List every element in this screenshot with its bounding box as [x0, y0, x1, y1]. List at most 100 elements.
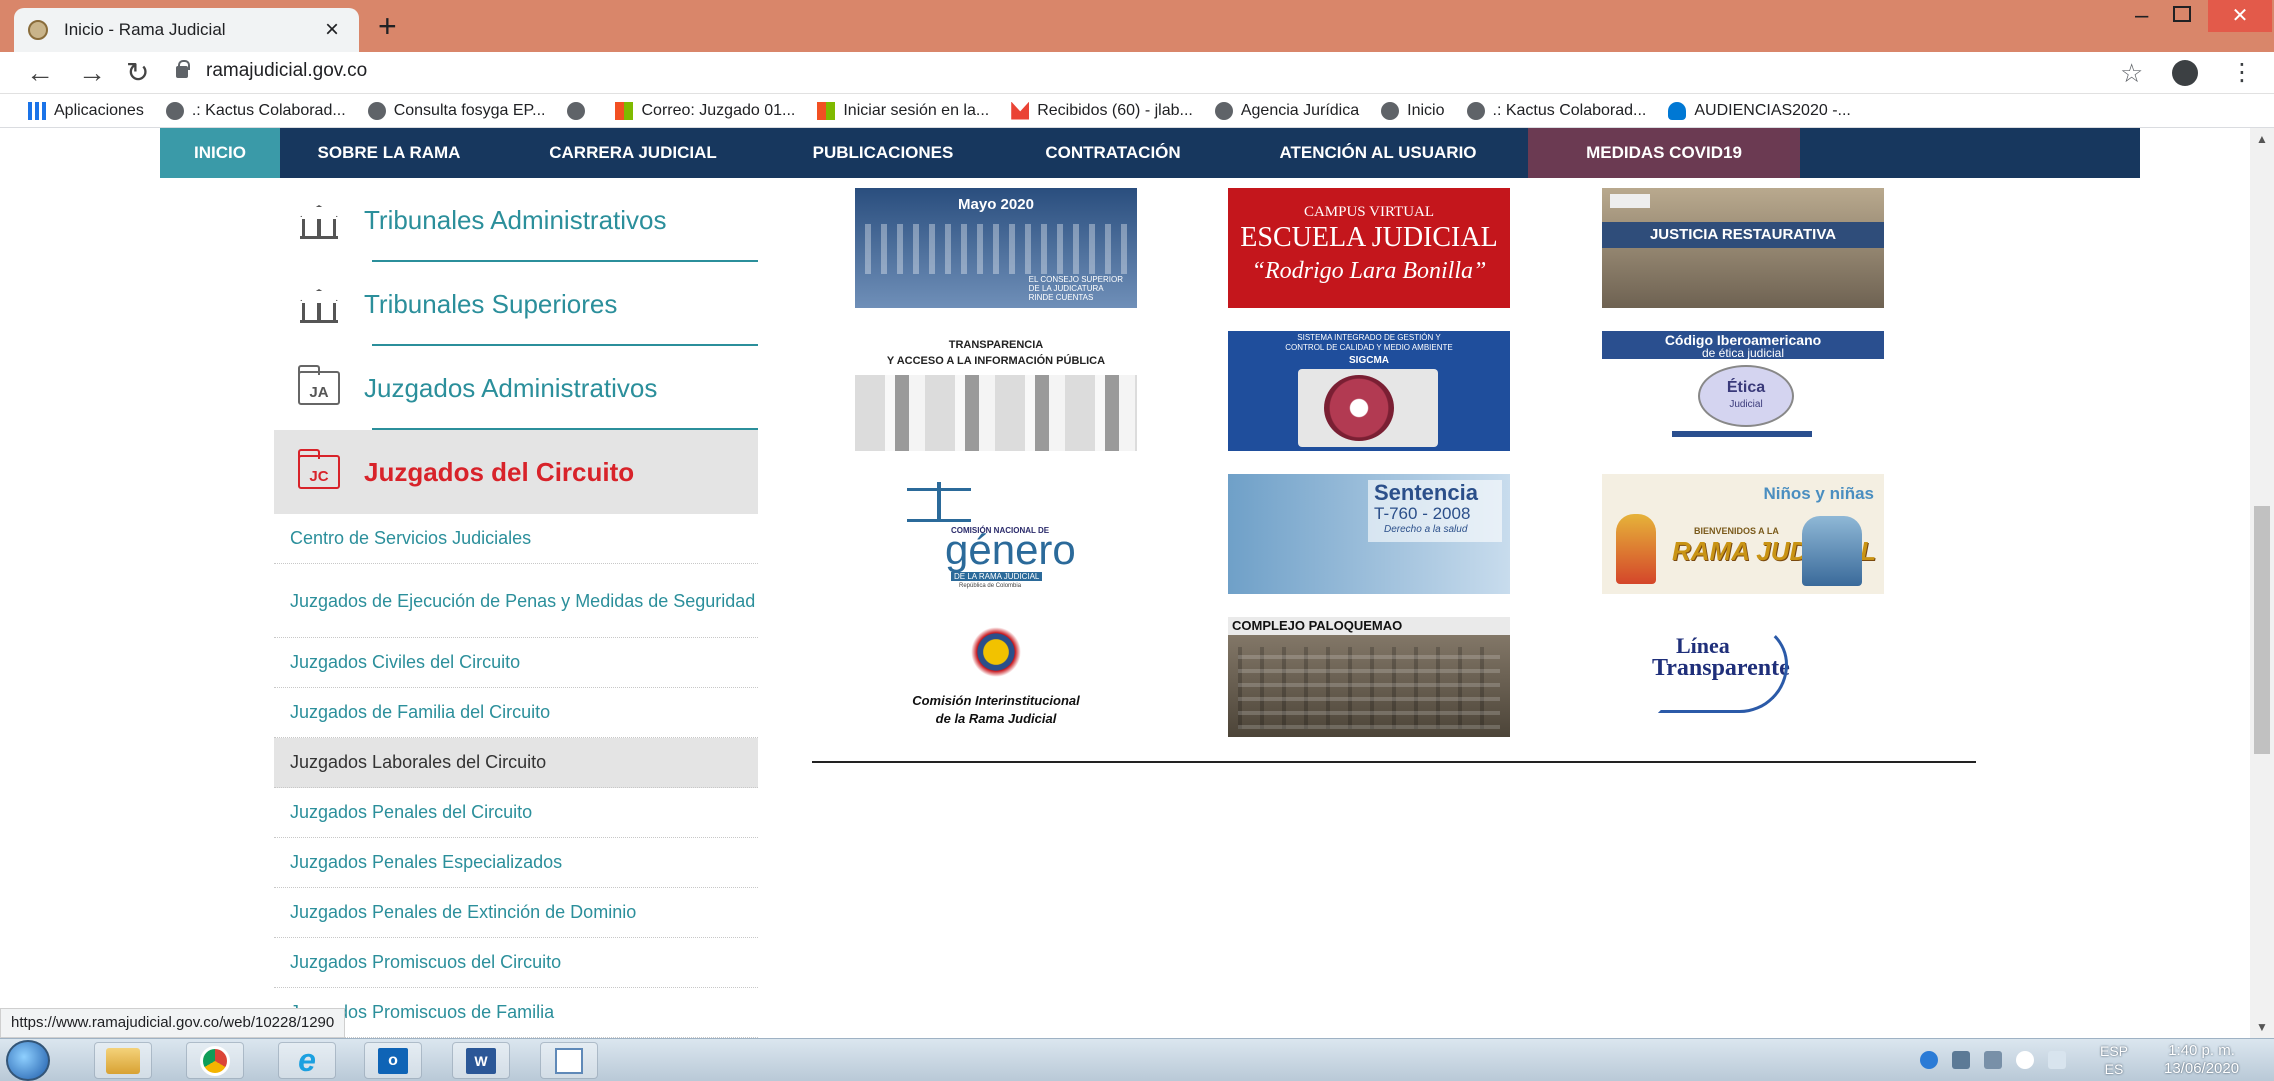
tab-close-icon[interactable]: × — [319, 18, 345, 42]
profile-avatar-icon[interactable] — [2172, 60, 2198, 86]
banner-rendicion-cuentas[interactable]: Mayo 2020 EL CONSEJO SUPERIOR DE LA JUDI… — [855, 188, 1137, 308]
tray-network-icon[interactable] — [1952, 1051, 1970, 1069]
bookmark-gmail[interactable]: Recibidos (60) - jlab... — [1011, 101, 1193, 120]
browser-menu-icon[interactable]: ⋮ — [2230, 58, 2254, 87]
bookmark-agencia[interactable]: Agencia Jurídica — [1214, 101, 1359, 120]
sidebar-item-tribunales-administrativos[interactable]: Tribunales Administrativos — [274, 178, 758, 262]
courthouse-icon — [296, 197, 342, 243]
scroll-thumb[interactable] — [2254, 506, 2270, 754]
sidebar-subitem[interactable]: Juzgados Penales Especializados — [274, 838, 758, 888]
tab-title: Inicio - Rama Judicial — [64, 20, 226, 39]
reload-icon[interactable]: ↻ — [126, 56, 149, 90]
bookmark-star-icon[interactable]: ☆ — [2120, 58, 2143, 89]
nav-medidas-covid19[interactable]: MEDIDAS COVID19 — [1528, 128, 1800, 178]
globe-icon — [1214, 101, 1233, 120]
nav-sobre-la-rama[interactable]: SOBRE LA RAMA — [280, 128, 498, 178]
nav-publicaciones[interactable]: PUBLICACIONES — [768, 128, 998, 178]
folder-ja-icon: JA — [296, 365, 342, 411]
internet-explorer-icon[interactable]: e — [278, 1042, 336, 1079]
sidebar-item-juzgados-del-circuito[interactable]: JC Juzgados del Circuito — [274, 430, 758, 514]
scroll-up-arrow-icon[interactable]: ▲ — [2256, 132, 2268, 146]
banner-campus-virtual[interactable]: CAMPUS VIRTUAL ESCUELA JUDICIAL “Rodrigo… — [1228, 188, 1510, 308]
tray-app-icon[interactable] — [1920, 1051, 1938, 1069]
windows-taskbar: e o W ESP ES 1:40 p. m. 13/06/2020 — [0, 1038, 2274, 1081]
address-bar[interactable]: ramajudicial.gov.co — [206, 60, 367, 82]
snipping-tool-icon[interactable] — [540, 1042, 598, 1079]
word-icon[interactable]: W — [452, 1042, 510, 1079]
bookmark-iniciar-sesion[interactable]: Iniciar sesión en la... — [817, 101, 989, 120]
sidebar-item-tribunales-superiores[interactable]: Tribunales Superiores — [274, 262, 758, 346]
outlook-icon[interactable]: o — [364, 1042, 422, 1079]
input-language-indicator[interactable]: ESP ES — [2100, 1042, 2128, 1078]
file-explorer-icon[interactable] — [94, 1042, 152, 1079]
cartoon-children-icon — [1616, 514, 1656, 584]
action-center-flag-icon[interactable] — [2048, 1051, 2066, 1069]
main-navigation: INICIO SOBRE LA RAMA CARRERA JUDICIAL PU… — [160, 128, 2140, 178]
chrome-icon[interactable] — [186, 1042, 244, 1079]
tray-device-icon[interactable] — [1984, 1051, 2002, 1069]
window-close-icon[interactable]: ✕ — [2208, 0, 2272, 32]
sidebar-item-juzgados-administrativos[interactable]: JA Juzgados Administrativos — [274, 346, 758, 430]
new-tab-icon[interactable]: + — [378, 10, 397, 42]
back-arrow-icon[interactable]: ← — [26, 56, 54, 90]
apps-grid-icon — [28, 101, 46, 120]
globe-icon — [165, 101, 184, 120]
start-button-icon[interactable] — [6, 1040, 50, 1081]
scroll-down-arrow-icon[interactable]: ▼ — [2256, 1020, 2268, 1034]
bookmark-apps[interactable]: Aplicaciones — [28, 101, 144, 120]
doors-photo — [855, 375, 1137, 451]
nav-inicio[interactable]: INICIO — [160, 128, 280, 178]
banner-codigo-etica[interactable]: Código Iberoamericano de ética judicial … — [1602, 331, 1884, 451]
banner-sentencia-t760[interactable]: Sentencia T-760 - 2008 Derecho a la salu… — [1228, 474, 1510, 594]
sidebar-subitem[interactable]: Centro de Servicios Judiciales — [274, 514, 758, 564]
banner-transparencia[interactable]: TRANSPARENCIA Y ACCESO A LA INFORMACIÓN … — [855, 331, 1137, 451]
forward-arrow-icon[interactable]: → — [78, 56, 106, 90]
web-page: INICIO SOBRE LA RAMA CARRERA JUDICIAL PU… — [0, 128, 2250, 1038]
banner-complejo-paloquemao[interactable]: COMPLEJO PALOQUEMAO — [1228, 617, 1510, 737]
site-favicon-icon — [28, 20, 48, 40]
volume-icon[interactable] — [2016, 1051, 2034, 1069]
sidebar-subitem[interactable]: Juzgados de Familia del Circuito — [274, 688, 758, 738]
cartoon-family-icon — [1802, 516, 1862, 586]
banner-comision-interinstitucional[interactable]: Comisión Interinstitucional de la Rama J… — [855, 617, 1137, 737]
system-clock[interactable]: 1:40 p. m. 13/06/2020 — [2164, 1042, 2239, 1078]
sidebar-subitem[interactable]: Juzgados Penales de Extinción de Dominio — [274, 888, 758, 938]
browser-toolbar: ← → ↻ ramajudicial.gov.co ☆ ⋮ — [0, 52, 2274, 94]
globe-icon — [567, 101, 586, 120]
nav-carrera-judicial[interactable]: CARRERA JUDICIAL — [498, 128, 768, 178]
sidebar-subitem[interactable]: Juzgados Civiles del Circuito — [274, 638, 758, 688]
logo-icon — [1610, 194, 1650, 208]
sidebar: Tribunales Administrativos Tribunales Su… — [274, 178, 758, 1038]
sidebar-subitem[interactable]: Juzgados Promiscuos del Circuito — [274, 938, 758, 988]
page-scrollbar[interactable]: ▲ ▼ — [2250, 128, 2274, 1038]
courthouse-icon — [296, 281, 342, 327]
banner-justicia-restaurativa[interactable]: JUSTICIA RESTAURATIVA — [1602, 188, 1884, 308]
nav-contratacion[interactable]: CONTRATACIÓN — [998, 128, 1228, 178]
content-divider — [812, 761, 1976, 763]
bookmark-kactus[interactable]: .: Kactus Colaborad... — [165, 101, 346, 120]
banner-sigcma[interactable]: SISTEMA INTEGRADO DE GESTIÓN Y CONTROL D… — [1228, 331, 1510, 451]
bookmark-inicio[interactable]: Inicio — [1381, 101, 1445, 120]
bookmark-audiencias[interactable]: AUDIENCIAS2020 -... — [1668, 101, 1851, 120]
sidebar-subitem[interactable]: Juzgados Penales del Circuito — [274, 788, 758, 838]
bookmark-globe[interactable] — [567, 101, 593, 120]
bookmark-fosyga[interactable]: Consulta fosyga EP... — [367, 101, 545, 120]
gmail-icon — [1011, 101, 1030, 120]
building-photo — [1238, 647, 1500, 729]
banner-comision-genero[interactable]: COMISIÓN NACIONAL DE género DE LA RAMA J… — [855, 474, 1137, 594]
bookmark-kactus-2[interactable]: .: Kactus Colaborad... — [1466, 101, 1646, 120]
sidebar-item-label: Tribunales Administrativos — [364, 204, 667, 235]
sidebar-subitem-hovered[interactable]: Juzgados Laborales del Circuito — [274, 738, 758, 788]
window-restore-icon[interactable] — [2173, 6, 2191, 22]
bookmark-correo[interactable]: Correo: Juzgado 01... — [615, 101, 795, 120]
colombia-coat-of-arms-icon — [971, 619, 1021, 679]
window-minimize-icon[interactable]: – — [2135, 2, 2148, 30]
browser-tab[interactable]: Inicio - Rama Judicial × — [14, 8, 359, 52]
banner-ninos-y-ninas[interactable]: Niños y niñas BIENVENIDOS A LA RAMA JUDI… — [1602, 474, 1884, 594]
microsoft-icon — [615, 101, 634, 120]
folder-jc-icon: JC — [296, 449, 342, 495]
banner-linea-transparente[interactable]: Línea Transparente — [1602, 617, 1884, 737]
nav-atencion-al-usuario[interactable]: ATENCIÓN AL USUARIO — [1228, 128, 1528, 178]
sidebar-subitem[interactable]: Juzgados de Ejecución de Penas y Medidas… — [274, 564, 758, 638]
sidebar-subitem[interactable]: Juzgados Promiscuos de Familia — [274, 988, 758, 1038]
